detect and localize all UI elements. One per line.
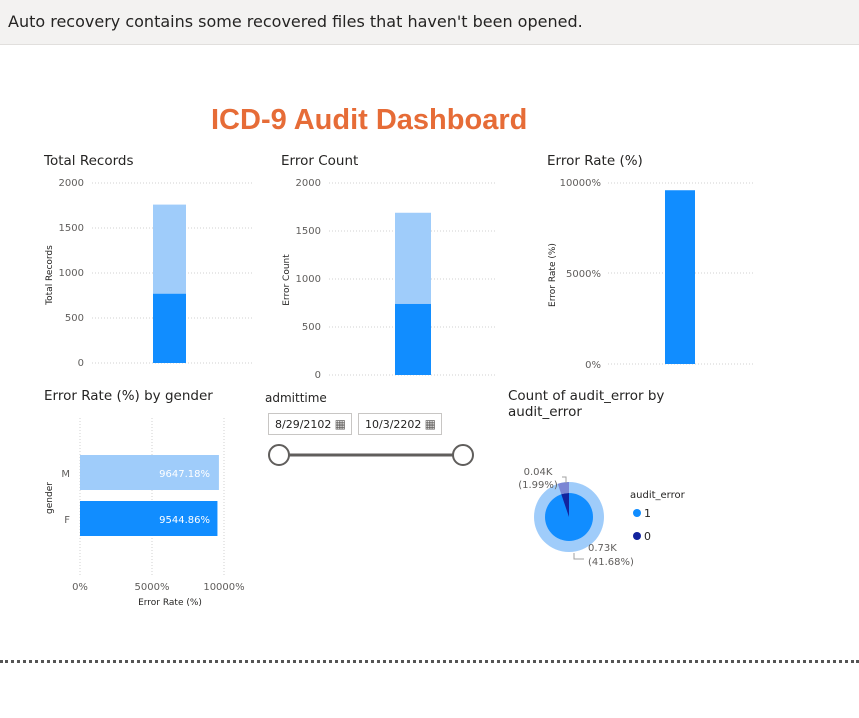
pie-leader-line: [562, 476, 567, 483]
error-count-tick: 1000: [296, 274, 321, 285]
end-date-input[interactable]: 10/3/2202 ▦: [358, 413, 442, 435]
error-rate-chart[interactable]: 10000% 5000% 0% Error Rate (%): [543, 172, 758, 372]
admittime-slicer-label: admittime: [265, 391, 327, 405]
pie-legend-label: 0: [644, 530, 651, 543]
error-rate-tick: 10000%: [560, 178, 601, 189]
gender-xlabel: Error Rate (%): [138, 598, 202, 608]
pie-chart[interactable]: 0.04K (1.99%) 0.73K (41.68%) audit_error…: [508, 455, 728, 580]
calendar-icon[interactable]: ▦: [335, 417, 346, 431]
bar: [395, 212, 431, 304]
total-records-tick: 1000: [59, 268, 84, 279]
bar: [395, 303, 431, 375]
gender-bar-data-label: 9647.18%: [159, 469, 210, 480]
start-date-value: 8/29/2102: [275, 418, 332, 431]
bar: [665, 190, 695, 364]
gender-xtick: 5000%: [135, 582, 170, 593]
pie-chart-title-line2: audit_error: [508, 404, 582, 420]
pie-chart-title-line1: Count of audit_error by: [508, 388, 665, 404]
pie-legend-dot: [633, 509, 641, 517]
error-count-tick: 1500: [296, 226, 321, 237]
total-records-chart[interactable]: 2000 1500 1000 500 0 Total Records: [40, 172, 255, 372]
gender-ylabel: gender: [45, 482, 55, 514]
total-records-tick: 0: [78, 358, 84, 369]
total-records-title: Total Records: [44, 153, 134, 169]
error-count-chart[interactable]: 2000 1500 1000 500 0 Error Count: [277, 172, 497, 382]
recovery-banner[interactable]: Auto recovery contains some recovered fi…: [0, 0, 859, 45]
pie-legend-title: audit_error: [630, 490, 686, 501]
error-count-tick: 2000: [296, 178, 321, 189]
pie-data-label: (41.68%): [588, 557, 634, 568]
recovery-banner-text: Auto recovery contains some recovered fi…: [8, 12, 583, 31]
pie-data-label: 0.73K: [588, 543, 617, 554]
pie-leader-line: [573, 553, 584, 560]
total-records-tick: 2000: [59, 178, 84, 189]
error-count-title: Error Count: [281, 153, 359, 169]
total-records-tick: 500: [65, 313, 84, 324]
bar: [153, 204, 186, 294]
page-divider: [0, 660, 859, 663]
error-rate-title: Error Rate (%): [547, 153, 643, 169]
total-records-tick: 1500: [59, 223, 84, 234]
dashboard-title: ICD-9 Audit Dashboard: [211, 104, 528, 136]
total-records-ylabel: Total Records: [45, 245, 55, 306]
gender-bar-data-label: 9544.86%: [159, 515, 210, 526]
date-range-slider[interactable]: [266, 442, 478, 468]
gender-category-label: M: [61, 469, 70, 480]
gender-xtick: 0%: [72, 582, 88, 593]
error-rate-ylabel: Error Rate (%): [548, 243, 558, 307]
error-rate-tick: 5000%: [566, 269, 601, 280]
pie-data-label: 0.04K: [524, 467, 553, 478]
gender-chart-title: Error Rate (%) by gender: [44, 388, 213, 404]
slider-end-handle: [452, 444, 474, 466]
gender-chart[interactable]: gender M F 9647.18% 9544.86% 0% 5000% 10…: [40, 408, 255, 618]
pie-legend-label: 1: [644, 507, 651, 520]
error-count-tick: 500: [302, 322, 321, 333]
end-date-value: 10/3/2202: [365, 418, 422, 431]
calendar-icon[interactable]: ▦: [425, 417, 436, 431]
start-date-input[interactable]: 8/29/2102 ▦: [268, 413, 352, 435]
pie-chart-title: Count of audit_error by audit_error: [508, 388, 664, 420]
gender-xtick: 10000%: [203, 582, 244, 593]
bar: [153, 293, 186, 363]
slider-start-handle: [268, 444, 290, 466]
error-rate-tick: 0%: [585, 360, 601, 371]
error-count-ylabel: Error Count: [282, 254, 292, 306]
gender-category-label: F: [64, 515, 70, 526]
pie-legend-dot: [633, 532, 641, 540]
error-count-tick: 0: [315, 370, 321, 381]
pie-data-label: (1.99%): [518, 480, 558, 491]
